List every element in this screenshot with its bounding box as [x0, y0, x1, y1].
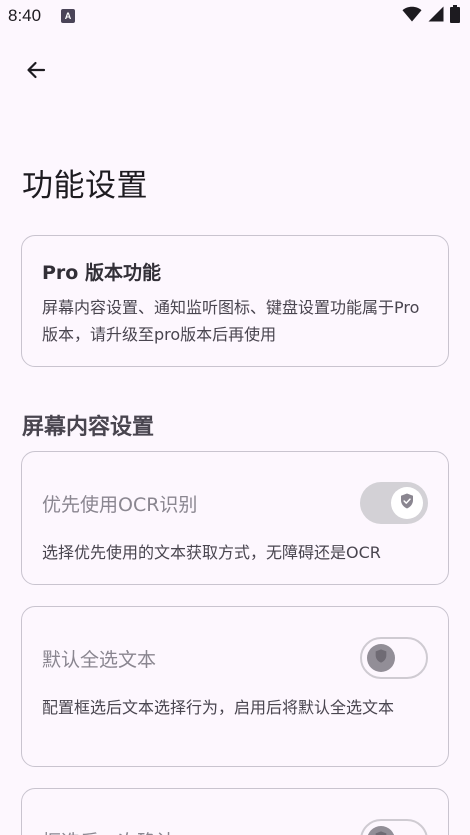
toggle-thumb — [367, 826, 395, 835]
back-button[interactable] — [14, 50, 58, 94]
setting-ocr-priority[interactable]: 优先使用OCR识别 选择优先使用的文本获取方式，无障碍还是OCR — [21, 451, 449, 585]
setting-select-all-text[interactable]: 默认全选文本 配置框选后文本选择行为，启用后将默认全选文本 — [21, 606, 449, 767]
section-title-screen-content: 屏幕内容设置 — [22, 415, 155, 440]
wifi-icon — [402, 6, 422, 26]
status-time: 8:40 — [8, 6, 42, 25]
page-title: 功能设置 — [22, 168, 148, 204]
toggle-thumb — [367, 644, 395, 672]
battery-icon — [450, 5, 460, 27]
settings-screen: 8:40 A 功能设置 Pro 版本功能 屏幕内容设置、通知监听图标、键盘设置功… — [0, 0, 470, 835]
setting-title: 框选后二次确认 — [42, 827, 175, 835]
pro-card-title: Pro 版本功能 — [42, 262, 161, 284]
arrow-left-icon — [24, 58, 48, 86]
shield-icon — [373, 648, 389, 668]
setting-description: 配置框选后文本选择行为，启用后将默认全选文本 — [42, 698, 395, 717]
toggle-thumb — [391, 487, 423, 519]
pro-features-card: Pro 版本功能 屏幕内容设置、通知监听图标、键盘设置功能属于Pro版本，请升级… — [21, 235, 449, 367]
confirm-after-selection-toggle[interactable] — [360, 819, 428, 835]
status-bar: 8:40 A — [0, 0, 470, 34]
status-icons — [402, 5, 460, 27]
ocr-priority-toggle[interactable] — [360, 482, 428, 524]
shield-check-icon — [398, 492, 416, 514]
select-all-text-toggle[interactable] — [360, 637, 428, 679]
signal-icon — [428, 6, 444, 26]
setting-confirm-after-selection[interactable]: 框选后二次确认 — [21, 788, 449, 835]
pro-card-description: 屏幕内容设置、通知监听图标、键盘设置功能属于Pro版本，请升级至pro版本后再使… — [42, 298, 420, 344]
shield-icon — [373, 830, 389, 835]
setting-title: 优先使用OCR识别 — [42, 494, 198, 516]
setting-title: 默认全选文本 — [42, 649, 157, 671]
notification-a-icon: A — [61, 9, 75, 23]
setting-description: 选择优先使用的文本获取方式，无障碍还是OCR — [42, 543, 381, 562]
